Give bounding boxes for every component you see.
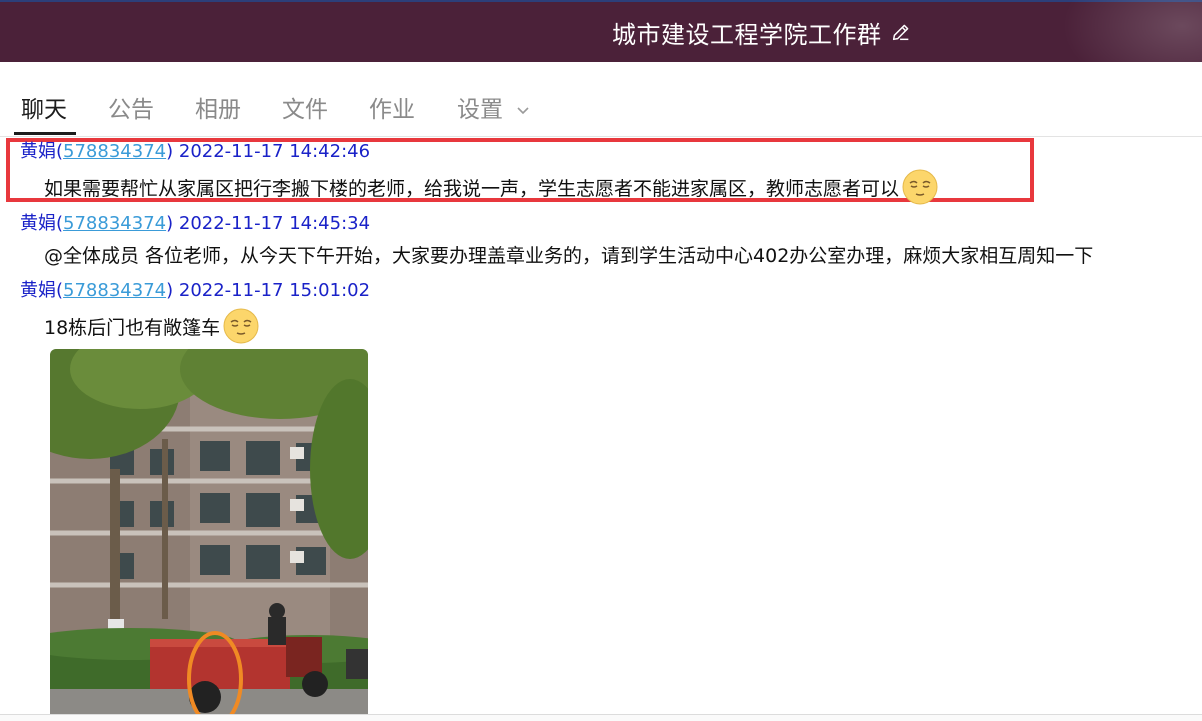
sender-qq-link[interactable]: 578834374	[63, 213, 166, 234]
tab-settings-label: 设置	[457, 97, 503, 123]
tab-announcement[interactable]: 公告	[108, 90, 154, 124]
tab-files[interactable]: 文件	[282, 90, 328, 124]
sender-qq-link[interactable]: 578834374	[63, 141, 166, 162]
qq-open-paren: (	[56, 213, 64, 234]
sender-name[interactable]: 黄娟	[20, 280, 56, 301]
message-header: 黄娟(578834374) 2022-11-17 15:01:02	[20, 276, 370, 302]
qq-close-paren: )	[166, 141, 174, 162]
group-title-area: 城市建设工程学院工作群	[612, 16, 912, 49]
sender-qq-link[interactable]: 578834374	[63, 280, 166, 301]
tab-settings[interactable]: 设置	[457, 90, 530, 124]
message-text-row: @全体成员 各位老师，从今天下午开始，大家要办理盖章业务的，请到学生活动中心40…	[44, 241, 1093, 268]
message-text: @全体成员 各位老师，从今天下午开始，大家要办理盖章业务的，请到学生活动中心40…	[44, 245, 1094, 267]
message-time: 2022-11-17 14:42:46	[178, 141, 371, 162]
title-bar-top-edge	[0, 0, 1202, 2]
group-tabs: 聊天 公告 相册 文件 作业 设置	[0, 62, 1202, 137]
tab-chat[interactable]: 聊天	[21, 90, 67, 124]
message-photo[interactable]	[50, 349, 368, 720]
sender-name[interactable]: 黄娟	[20, 213, 56, 234]
message-time: 2022-11-17 15:01:02	[178, 280, 371, 301]
group-title: 城市建设工程学院工作群	[612, 20, 882, 49]
message-text: 如果需要帮忙从家属区把行李搬下楼的老师，给我说一声，学生志愿者不能进家属区，教师…	[44, 177, 900, 200]
title-bar-sheen	[1042, 0, 1202, 62]
qq-open-paren: (	[56, 280, 64, 301]
chat-message-list[interactable]: 黄娟(578834374) 2022-11-17 14:42:46 如果需要帮忙…	[0, 137, 1202, 720]
message-text-row: 18栋后门也有敞篷车	[44, 308, 259, 344]
active-tab-indicator	[14, 132, 76, 135]
smug-face-emoji-icon	[902, 169, 938, 205]
message-header: 黄娟(578834374) 2022-11-17 14:45:34	[20, 209, 370, 235]
qq-open-paren: (	[56, 141, 64, 162]
message-text: 18栋后门也有敞篷车	[44, 316, 221, 339]
pencil-icon[interactable]	[890, 21, 912, 43]
message-header: 黄娟(578834374) 2022-11-17 14:42:46	[20, 137, 370, 163]
chevron-down-icon	[517, 106, 529, 114]
tab-homework[interactable]: 作业	[369, 90, 415, 124]
smug-face-emoji-icon	[223, 308, 259, 344]
qq-close-paren: )	[166, 280, 174, 301]
message-text-row: 如果需要帮忙从家属区把行李搬下楼的老师，给我说一声，学生志愿者不能进家属区，教师…	[44, 169, 938, 205]
sender-name[interactable]: 黄娟	[20, 141, 56, 162]
tab-album[interactable]: 相册	[195, 90, 241, 124]
message-time: 2022-11-17 14:45:34	[178, 213, 371, 234]
qq-close-paren: )	[166, 213, 174, 234]
title-bar: 城市建设工程学院工作群	[0, 0, 1202, 62]
